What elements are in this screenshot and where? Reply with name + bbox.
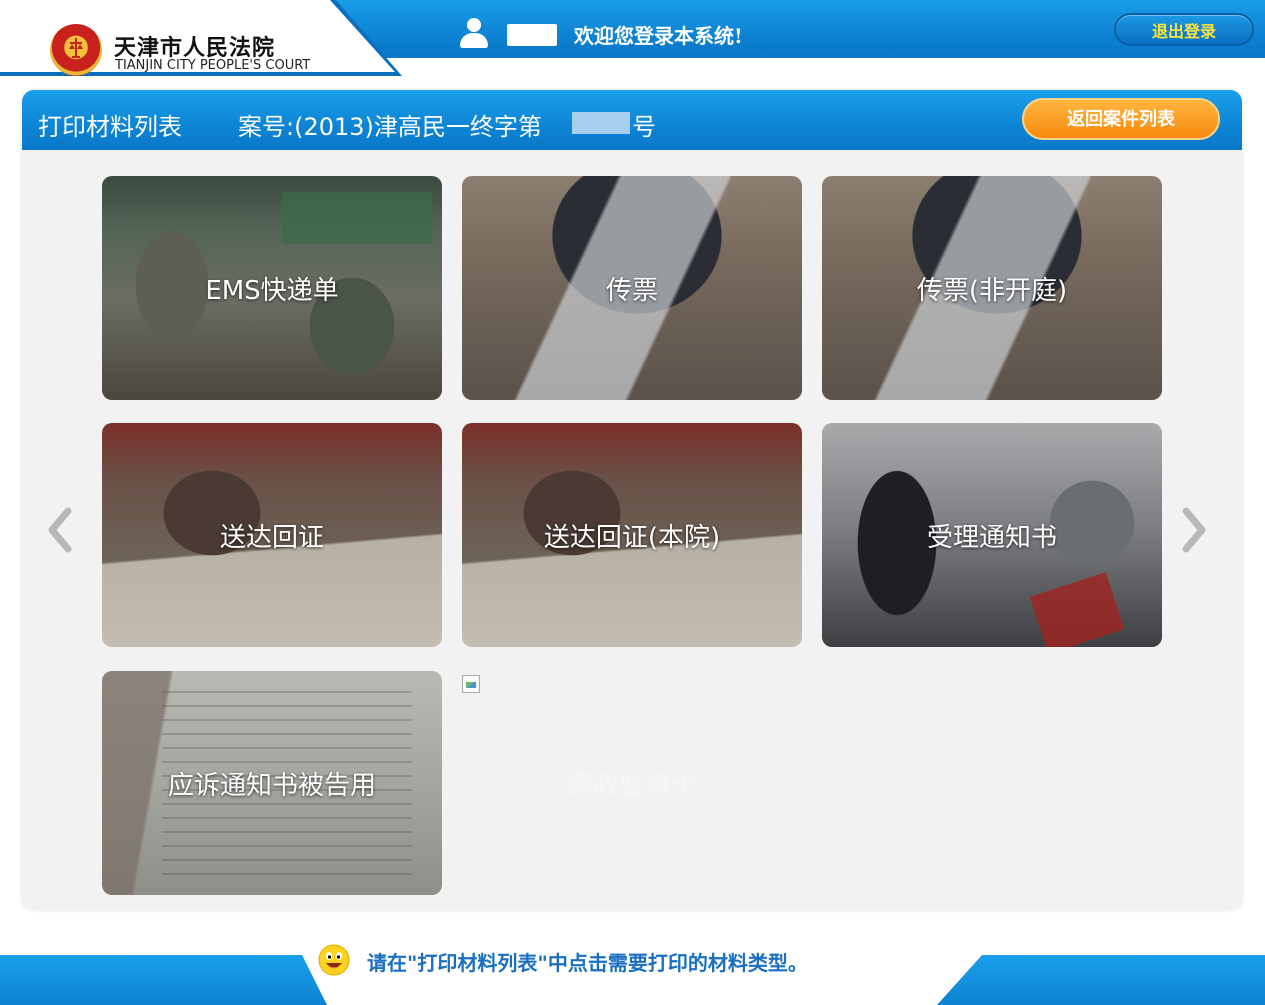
back-to-case-list-button[interactable]: 返回案件列表 [1022,98,1220,140]
top-header: 天津市人民法院 TIANJIN CITY PEOPLE'S COURT 欢迎您登… [0,0,1265,88]
tile-label: EMS快递单 [205,275,339,306]
chevron-left-icon[interactable] [44,505,74,555]
material-list-panel: 打印材料列表 案号:(2013)津高民一终字第 号 返回案件列表 EMS快递单 … [22,90,1242,910]
tile-response-notice-defendant[interactable]: 应诉通知书被告用 [102,671,442,895]
welcome-message: 欢迎您登录本系统! [574,24,743,48]
tile-label: 应诉通知书被告用 [167,770,376,801]
tile-label: 受理通知书 [926,522,1057,553]
case-number: 案号:(2013)津高民一终字第 [238,113,542,141]
case-number-suffix: 号 [632,113,656,141]
smiley-icon [318,944,350,976]
court-name-english: TIANJIN CITY PEOPLE'S COURT [115,58,311,73]
logout-button[interactable]: 退出登录 [1114,13,1254,46]
tile-service-receipt[interactable]: 送达回证 [102,423,442,647]
tile-label: 送达回证(本院) [543,522,721,553]
tile-ems-waybill[interactable]: EMS快递单 [102,176,442,400]
tile-label: 传票(非开庭) [916,275,1068,306]
case-number-redacted [572,112,630,134]
tile-summons-non-hearing[interactable]: 传票(非开庭) [822,176,1162,400]
user-name-redacted [507,24,557,46]
panel-header: 打印材料列表 案号:(2013)津高民一终字第 号 返回案件列表 [22,90,1242,150]
tile-acceptance-notice[interactable]: 受理通知书 [822,423,1162,647]
tile-summons[interactable]: 传票 [462,176,802,400]
tile-service-receipt-court[interactable]: 送达回证(本院) [462,423,802,647]
chevron-right-icon[interactable] [1180,505,1210,555]
instruction-hint: 请在"打印材料列表"中点击需要打印的材料类型。 [367,951,808,975]
tile-label: 廉政监督卡 [566,770,697,801]
scale-icon [69,38,83,58]
tile-label: 送达回证 [219,522,324,553]
tile-integrity-supervision-card[interactable]: 廉政监督卡 [462,671,802,895]
footer-bar: 请在"打印材料列表"中点击需要打印的材料类型。 [0,925,1265,1005]
tile-label: 传票 [605,275,658,306]
user-icon [460,18,488,48]
court-emblem-icon [50,24,102,76]
page-title: 打印材料列表 [38,113,182,141]
